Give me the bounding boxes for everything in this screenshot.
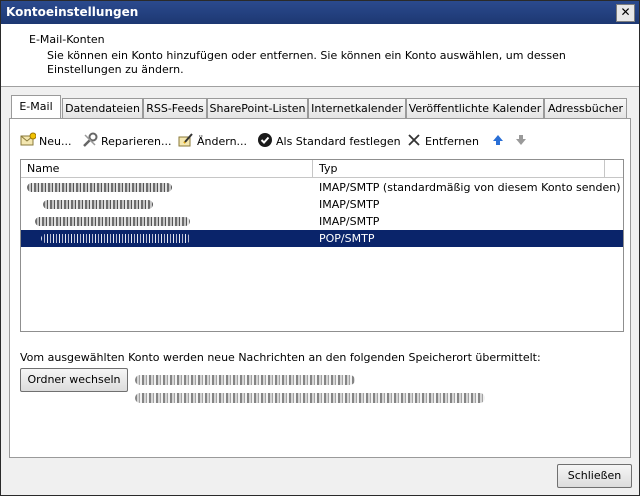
tab-email[interactable]: E-Mail xyxy=(11,95,61,118)
account-type: IMAP/SMTP (standardmäßig von diesem Kont… xyxy=(319,181,621,194)
title-bar[interactable]: Kontoeinstellungen ✕ xyxy=(1,1,639,24)
arrow-down-icon xyxy=(513,132,529,148)
remove-button-label: Entfernen xyxy=(425,135,479,148)
change-folder-button[interactable]: Ordner wechseln xyxy=(20,368,128,392)
delete-x-icon xyxy=(406,132,422,148)
account-toolbar: Neu... Reparieren... Ändern... Als Stand… xyxy=(20,132,580,152)
account-type: IMAP/SMTP xyxy=(319,215,380,228)
repair-button[interactable]: Reparieren... xyxy=(82,132,172,152)
delivery-note: Vom ausgewählten Konto werden neue Nachr… xyxy=(20,351,541,364)
checkmark-icon xyxy=(257,132,273,148)
header-description: Sie können ein Konto hinzufügen oder ent… xyxy=(47,49,566,76)
change-button-label: Ändern... xyxy=(197,135,248,148)
close-button[interactable]: Schließen xyxy=(557,464,632,488)
new-mail-icon xyxy=(20,132,37,148)
move-down-button[interactable] xyxy=(513,132,532,152)
account-type: IMAP/SMTP xyxy=(319,198,380,211)
account-settings-window: Kontoeinstellungen ✕ E-Mail-Konten Sie k… xyxy=(0,0,640,496)
email-tab-panel: Neu... Reparieren... Ändern... Als Stand… xyxy=(9,118,631,458)
remove-button[interactable]: Entfernen xyxy=(406,132,479,152)
tab-address-books[interactable]: Adressbücher xyxy=(544,98,627,118)
tab-data-files[interactable]: Datendateien xyxy=(62,98,143,118)
account-row[interactable]: IMAP/SMTP (standardmäßig von diesem Kont… xyxy=(21,179,623,196)
account-name-redacted xyxy=(25,179,315,196)
tab-sharepoint-lists[interactable]: SharePoint-Listen xyxy=(207,98,308,118)
delivery-location-redacted xyxy=(135,375,355,385)
delivery-path-redacted xyxy=(135,393,485,403)
new-button-label: Neu... xyxy=(39,135,72,148)
change-icon xyxy=(178,132,194,148)
account-row-selected[interactable]: POP/SMTP xyxy=(21,230,623,247)
account-name-redacted xyxy=(25,196,315,213)
account-list[interactable]: Name Typ IMAP/SMTP (standardmäßig von di… xyxy=(20,159,624,332)
arrow-up-icon xyxy=(490,132,506,148)
account-row[interactable]: IMAP/SMTP xyxy=(21,213,623,230)
change-button[interactable]: Ändern... xyxy=(178,132,247,152)
close-window-button[interactable]: ✕ xyxy=(616,4,635,22)
account-row[interactable]: IMAP/SMTP xyxy=(21,196,623,213)
move-up-button[interactable] xyxy=(490,132,509,152)
repair-icon xyxy=(82,132,98,148)
tab-rss-feeds[interactable]: RSS-Feeds xyxy=(143,98,207,118)
new-button[interactable]: Neu... xyxy=(20,132,71,152)
set-default-button[interactable]: Als Standard festlegen xyxy=(257,132,401,152)
tab-internet-calendars[interactable]: Internetkalender xyxy=(308,98,406,118)
column-header-type[interactable]: Typ xyxy=(313,160,605,177)
repair-button-label: Reparieren... xyxy=(101,135,172,148)
header-title: E-Mail-Konten xyxy=(29,33,105,46)
set-default-label: Als Standard festlegen xyxy=(276,135,401,148)
account-name-redacted xyxy=(25,213,315,230)
account-name-redacted xyxy=(25,230,315,247)
header-panel: E-Mail-Konten Sie können ein Konto hinzu… xyxy=(1,24,639,87)
account-type: POP/SMTP xyxy=(319,232,375,245)
tab-published-calendars[interactable]: Veröffentlichte Kalender xyxy=(406,98,544,118)
list-header: Name Typ xyxy=(21,160,623,178)
column-header-name[interactable]: Name xyxy=(21,160,313,177)
window-title: Kontoeinstellungen xyxy=(6,5,139,19)
